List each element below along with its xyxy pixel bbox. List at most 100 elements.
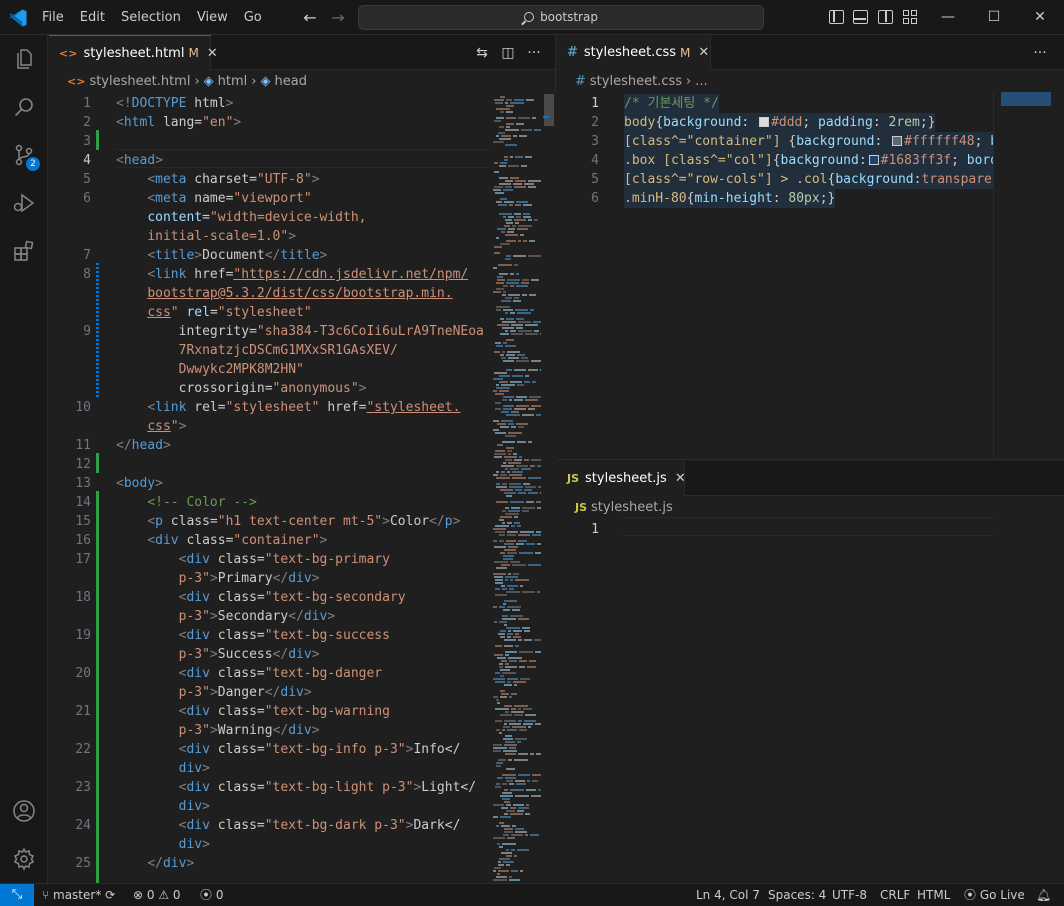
- language-mode[interactable]: HTML: [917, 884, 950, 906]
- cursor-position[interactable]: Ln 4, Col 7: [696, 884, 760, 906]
- color-swatch[interactable]: [759, 117, 770, 127]
- remote-icon[interactable]: ⤡: [0, 884, 34, 906]
- ports-status[interactable]: ⦿ 0: [200, 884, 223, 906]
- run-debug-icon[interactable]: [0, 179, 48, 227]
- more-actions-icon[interactable]: ···: [521, 45, 547, 61]
- breadcrumb-item[interactable]: stylesheet.html: [89, 74, 190, 89]
- code-line: <div class="text-bg-warning: [178, 704, 390, 719]
- minimize-icon[interactable]: —: [925, 0, 971, 35]
- line-number: 10: [75, 400, 91, 415]
- modified-lines-marker: [96, 263, 99, 397]
- close-tab-icon[interactable]: ✕: [675, 471, 686, 486]
- encoding[interactable]: UTF-8: [832, 884, 867, 906]
- color-swatch[interactable]: [868, 155, 879, 165]
- code-editor-css[interactable]: 1 /* 기본세팅 */ 2 body{background: #ddd; paddi…: [557, 92, 993, 460]
- menu-view[interactable]: View: [189, 0, 236, 35]
- go-live-label: Go Live: [979, 888, 1025, 902]
- source-control-icon[interactable]: 2: [0, 131, 48, 179]
- code-line: <meta charset="UTF-8">: [147, 172, 320, 187]
- line-number: 2: [83, 115, 91, 130]
- sync-icon[interactable]: ⟳: [101, 888, 115, 902]
- line-number: 1: [591, 522, 599, 537]
- added-line-marker: [96, 453, 99, 473]
- scm-badge: 2: [26, 157, 40, 171]
- account-icon[interactable]: [0, 787, 48, 835]
- line-number: [49, 721, 91, 740]
- command-center-search[interactable]: bootstrap: [358, 5, 764, 30]
- line-number: 21: [75, 704, 91, 719]
- line-number: 3: [591, 134, 599, 149]
- vertical-scrollbar[interactable]: [543, 92, 556, 883]
- line-number: 3: [83, 134, 91, 149]
- tab-stylesheet-js[interactable]: JS stylesheet.js ✕: [557, 461, 686, 496]
- breadcrumb-item[interactable]: head: [275, 74, 307, 89]
- menu-go[interactable]: Go: [236, 0, 270, 35]
- minimap-slider[interactable]: [1001, 92, 1051, 106]
- code-line: </head>: [116, 438, 171, 453]
- settings-gear-icon[interactable]: [0, 835, 48, 883]
- code-line: <div class="text-bg-danger: [178, 666, 383, 681]
- code-line: <html lang="en">: [116, 115, 242, 130]
- breadcrumb-item[interactable]: ...: [695, 74, 707, 89]
- line-number: 20: [75, 666, 91, 681]
- code-line: p-3">Secondary</div>: [178, 609, 336, 624]
- code-line: p-3">Warning</div>: [178, 723, 320, 738]
- line-number: [49, 284, 91, 303]
- line-number: [49, 227, 91, 246]
- explorer-icon[interactable]: [0, 35, 48, 83]
- toggle-secondary-sidebar-icon[interactable]: [878, 10, 893, 24]
- line-number: 4: [83, 153, 91, 168]
- close-tab-icon[interactable]: ✕: [698, 45, 709, 60]
- open-changes-icon[interactable]: ⇆: [469, 45, 495, 61]
- problems-status[interactable]: ⊗ 0 ⚠ 0: [133, 884, 181, 906]
- tab-stylesheet-html[interactable]: <> stylesheet.html M ✕: [49, 35, 218, 70]
- tab-stylesheet-css[interactable]: # stylesheet.css M ✕: [557, 35, 711, 70]
- close-window-icon[interactable]: ✕: [1017, 0, 1063, 35]
- minimap[interactable]: [489, 92, 543, 883]
- line-number: 12: [75, 457, 91, 472]
- breadcrumb-item[interactable]: stylesheet.css: [590, 74, 682, 89]
- tab-label: stylesheet.css: [583, 45, 677, 60]
- search-icon[interactable]: [0, 83, 48, 131]
- more-actions-icon[interactable]: ···: [1027, 45, 1053, 61]
- arrow-right-icon[interactable]: →: [328, 8, 348, 28]
- end-of-line[interactable]: CRLF: [880, 884, 910, 906]
- code-line: <!DOCTYPE html>: [116, 96, 234, 111]
- arrow-left-icon[interactable]: ←: [300, 8, 320, 28]
- code-editor-html[interactable]: 1 <!DOCTYPE html> 2 <html lang="en"> 3 4 <head…: [49, 92, 489, 883]
- customize-layout-icon[interactable]: [903, 10, 918, 24]
- notifications-bell-icon[interactable]: 🔔︎: [1036, 884, 1051, 906]
- search-icon: [524, 12, 535, 22]
- menu-selection[interactable]: Selection: [113, 0, 189, 35]
- code-line: body{background: #ddd; padding: 2rem;}: [624, 113, 936, 132]
- code-line: </div>: [147, 856, 195, 871]
- maximize-icon[interactable]: ☐: [971, 0, 1017, 35]
- menu-file[interactable]: File: [34, 0, 72, 35]
- line-number: 23: [75, 780, 91, 795]
- extensions-icon[interactable]: [0, 227, 48, 275]
- breadcrumb-item[interactable]: html: [218, 74, 248, 89]
- split-editor-icon[interactable]: ◫: [495, 45, 521, 61]
- scrollbar-thumb[interactable]: [544, 94, 554, 126]
- toggle-primary-sidebar-icon[interactable]: [829, 10, 844, 24]
- color-swatch[interactable]: [892, 136, 903, 146]
- chevron-right-icon: ›: [686, 73, 692, 89]
- menu-edit[interactable]: Edit: [72, 0, 113, 35]
- line-number: 7: [83, 248, 91, 263]
- tab-bar: <> stylesheet.html M ✕ ⇆ ◫ ···: [49, 35, 555, 70]
- toggle-panel-icon[interactable]: [853, 10, 868, 24]
- code-line: div>: [178, 761, 210, 776]
- line-number: [49, 683, 91, 702]
- breadcrumb-item[interactable]: stylesheet.js: [591, 500, 673, 515]
- branch-status[interactable]: ⑂ master* ⟳: [42, 884, 115, 906]
- indentation[interactable]: Spaces: 4: [768, 884, 826, 906]
- tab-bar: # stylesheet.css M ✕ ···: [557, 35, 1064, 70]
- minimap-divider: [993, 92, 1001, 460]
- close-tab-icon[interactable]: ✕: [207, 46, 218, 61]
- code-line: <body>: [116, 476, 163, 491]
- vscode-logo-icon[interactable]: [8, 8, 28, 28]
- code-editor-js[interactable]: 1: [557, 518, 997, 883]
- code-line: content="width=device-width,: [147, 210, 367, 225]
- code-line: <link rel="stylesheet" href="stylesheet.: [147, 400, 461, 415]
- go-live-button[interactable]: ⦿ Go Live: [964, 884, 1025, 906]
